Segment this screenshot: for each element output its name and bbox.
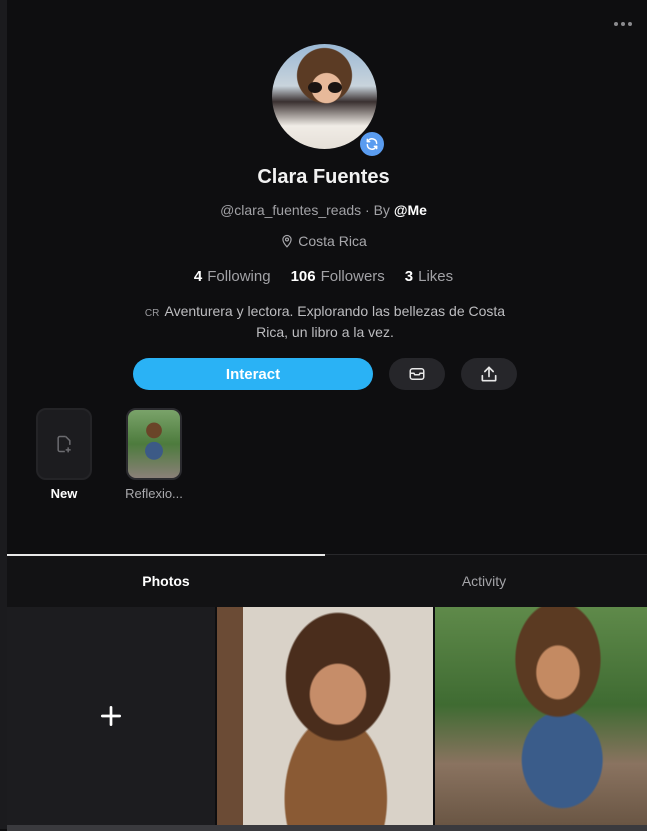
followers-label: Followers (320, 268, 385, 285)
more-dot-icon (628, 22, 632, 26)
sync-badge[interactable] (358, 130, 386, 158)
plus-icon (100, 705, 122, 727)
bio-text: Aventurera y lectora. Explorando las bel… (164, 303, 506, 340)
left-rail (0, 0, 7, 829)
share-button[interactable] (461, 358, 517, 390)
story-thumbnail[interactable] (126, 408, 182, 480)
story-label: New (50, 486, 78, 501)
mail-icon (409, 368, 425, 380)
profile-handle: @clara_fuentes_reads (220, 202, 362, 218)
by-separator: · By (365, 202, 390, 218)
tab-photos[interactable]: Photos (7, 555, 325, 607)
content-tabs: Photos Activity (7, 554, 647, 607)
likes-label: Likes (418, 268, 454, 285)
stat-likes[interactable]: 3 Likes (405, 268, 453, 285)
upload-share-icon (481, 366, 497, 382)
location: Costa Rica (0, 233, 647, 249)
handle-line: @clara_fuentes_reads · By @Me (0, 202, 647, 218)
more-dot-icon (614, 22, 618, 26)
followers-count: 106 (290, 268, 316, 285)
story-item[interactable]: Reflexio... (124, 408, 184, 501)
photo-tile[interactable] (217, 607, 433, 825)
country-flag: CR (144, 308, 160, 319)
likes-count: 3 (404, 268, 414, 285)
more-options-button[interactable] (611, 14, 635, 34)
stats-row: 4 Following 106 Followers 3 Likes (0, 268, 647, 285)
bio: CR Aventurera y lectora. Explorando las … (140, 302, 510, 341)
photo-tile[interactable] (435, 607, 647, 825)
add-file-icon (57, 435, 71, 453)
message-button[interactable] (389, 358, 445, 390)
new-story-thumb[interactable] (36, 408, 92, 480)
location-pin-icon (282, 234, 292, 248)
avatar-container[interactable] (272, 44, 386, 158)
add-photo-tile[interactable] (7, 607, 215, 825)
profile-name: Clara Fuentes (257, 166, 390, 188)
interact-button[interactable]: Interact (133, 358, 373, 390)
next-row-peek (7, 825, 647, 831)
stat-followers[interactable]: 106 Followers (291, 268, 385, 285)
following-count: 4 (193, 268, 203, 285)
following-label: Following (207, 268, 271, 285)
story-label: Reflexio... (125, 486, 183, 501)
creator-link[interactable]: @Me (394, 202, 427, 218)
location-text: Costa Rica (298, 233, 367, 249)
sync-icon (366, 138, 378, 150)
photo-grid (7, 607, 647, 831)
story-new[interactable]: New (34, 408, 94, 501)
tab-activity[interactable]: Activity (325, 555, 643, 607)
more-dot-icon (621, 22, 625, 26)
stat-following[interactable]: 4 Following (194, 268, 271, 285)
avatar-sunglasses (306, 82, 344, 94)
